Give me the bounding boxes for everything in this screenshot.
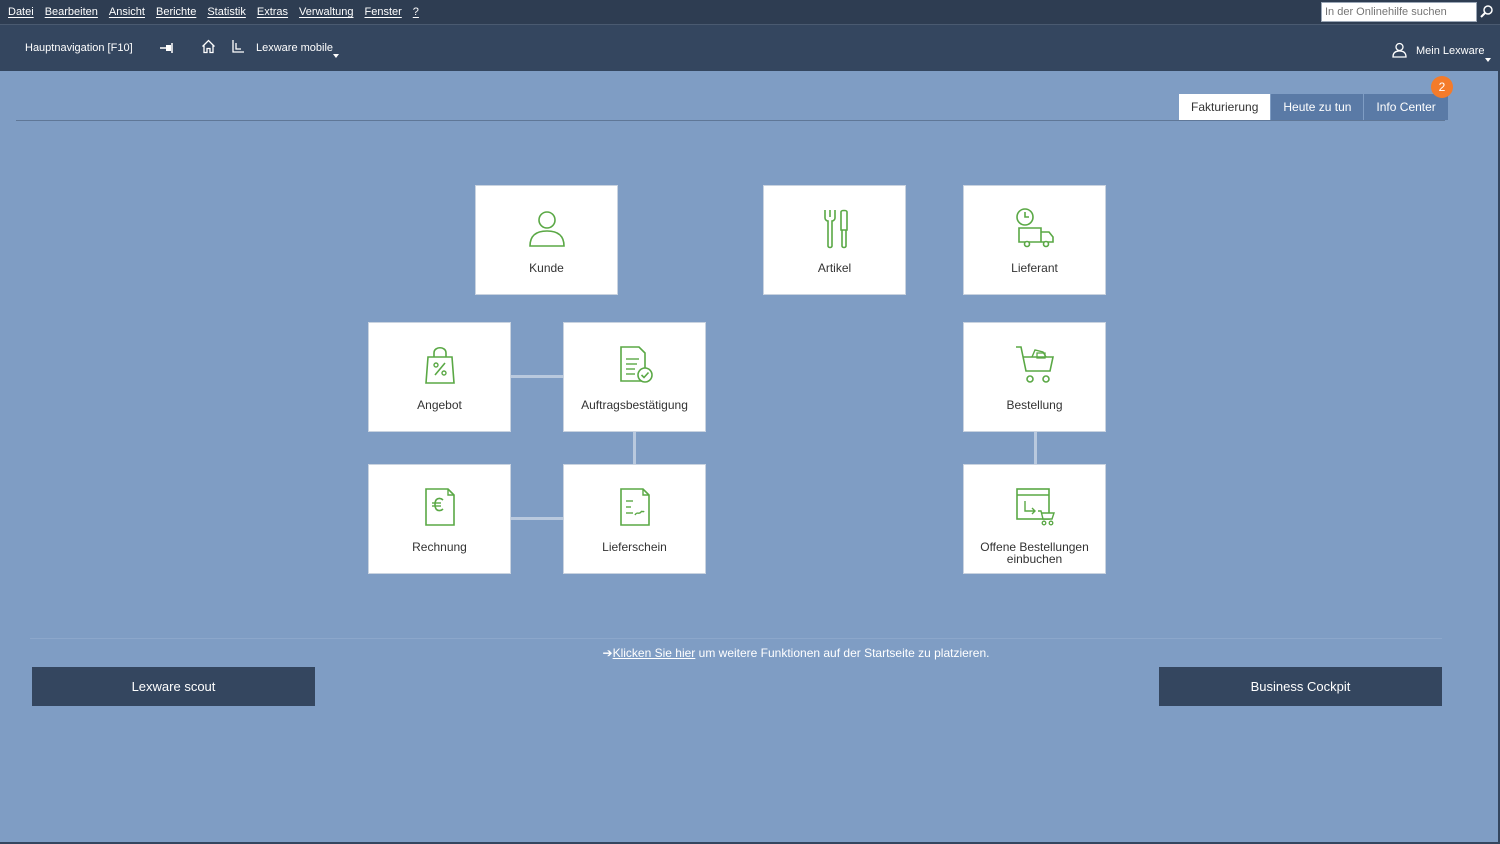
tile-label: Bestellung [1006, 398, 1063, 412]
tile-label: Offene Bestellungen einbuchen [980, 541, 1089, 565]
tile-offene-bestellungen[interactable]: Offene Bestellungen einbuchen [963, 464, 1106, 574]
menu-bearbeiten[interactable]: Bearbeiten [45, 6, 98, 18]
menu-help[interactable]: ? [413, 6, 419, 18]
tab-fakturierung[interactable]: Fakturierung [1179, 94, 1271, 120]
tile-label-line: einbuchen [1006, 552, 1063, 566]
lexware-mobile-menu[interactable]: Lexware mobile [256, 42, 333, 54]
hint-text: um weitere Funktionen auf der Startseite… [695, 646, 990, 660]
invoice-euro-icon [424, 488, 455, 526]
tab-divider [16, 120, 1445, 121]
tile-label: Kunde [529, 261, 564, 275]
notification-badge: 2 [1431, 76, 1453, 98]
menu-extras[interactable]: Extras [257, 6, 288, 18]
menu-statistik[interactable]: Statistik [207, 6, 246, 18]
business-cockpit-button[interactable]: Business Cockpit [1159, 667, 1442, 706]
tile-bestellung[interactable]: Bestellung [963, 322, 1106, 432]
connector [511, 375, 564, 378]
connector [511, 517, 564, 520]
tile-label: Rechnung [412, 540, 467, 554]
main-menu: Datei Bearbeiten Ansicht Berichte Statis… [8, 0, 430, 24]
delivery-truck-icon [1015, 208, 1054, 248]
tile-lieferschein[interactable]: Lieferschein [563, 464, 706, 574]
pin-icon[interactable] [160, 41, 174, 59]
menu-berichte[interactable]: Berichte [156, 6, 196, 18]
order-confirmation-icon [619, 346, 653, 383]
open-orders-icon [1015, 488, 1055, 526]
tile-label: Artikel [817, 261, 852, 275]
tools-icon [823, 209, 848, 249]
tab-heute-zu-tun[interactable]: Heute zu tun [1271, 94, 1364, 120]
tile-label: Lieferschein [602, 540, 667, 554]
connector [633, 432, 636, 464]
home-icon[interactable] [201, 39, 216, 59]
menu-verwaltung[interactable]: Verwaltung [299, 6, 353, 18]
help-search-input[interactable] [1321, 2, 1477, 22]
tile-lieferant[interactable]: Lieferant [963, 185, 1106, 295]
connector [1034, 432, 1037, 464]
customer-icon [528, 211, 565, 247]
shopping-cart-icon [1015, 346, 1054, 383]
customize-hint: ➔Klicken Sie hier um weitere Funktionen … [0, 646, 1500, 660]
tab-info-center[interactable]: Info Center [1364, 94, 1448, 120]
mobile-icon[interactable] [231, 39, 245, 59]
offer-bag-icon [424, 346, 455, 384]
menu-datei[interactable]: Datei [8, 6, 34, 18]
tile-label: Angebot [417, 398, 462, 412]
search-icon[interactable] [1479, 3, 1495, 21]
divider [30, 638, 1442, 639]
tile-artikel[interactable]: Artikel [763, 185, 906, 295]
delivery-note-icon [619, 488, 650, 526]
menu-bar: Datei Bearbeiten Ansicht Berichte Statis… [0, 0, 1500, 24]
tab-bar: Fakturierung Heute zu tun Info Center [1179, 94, 1448, 120]
menu-ansicht[interactable]: Ansicht [109, 6, 145, 18]
customize-link[interactable]: Klicken Sie hier [613, 646, 696, 660]
tile-angebot[interactable]: Angebot [368, 322, 511, 432]
tile-rechnung[interactable]: Rechnung [368, 464, 511, 574]
user-icon[interactable] [1392, 42, 1407, 63]
tile-label: Lieferant [1011, 261, 1058, 275]
main-navigation-button[interactable]: Hauptnavigation [F10] [25, 42, 133, 54]
arrow-right-icon: ➔ [602, 646, 613, 660]
toolbar: Hauptnavigation [F10] Lexware mobile Mei… [0, 24, 1500, 71]
mein-lexware-menu[interactable]: Mein Lexware [1416, 45, 1484, 57]
chevron-down-icon[interactable] [333, 45, 339, 63]
tile-auftragsbestaetigung[interactable]: Auftragsbestätigung [563, 322, 706, 432]
menu-fenster[interactable]: Fenster [364, 6, 401, 18]
lexware-scout-button[interactable]: Lexware scout [32, 667, 315, 706]
tile-label: Auftragsbestätigung [581, 398, 688, 412]
tile-kunde[interactable]: Kunde [475, 185, 618, 295]
chevron-down-icon[interactable] [1485, 49, 1491, 67]
